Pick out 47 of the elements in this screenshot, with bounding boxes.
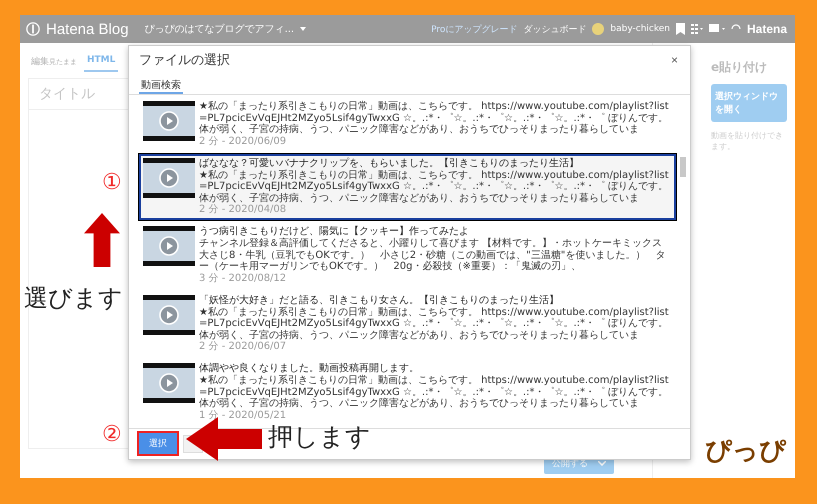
video-meta: 2 分 - 2020/06/09 (199, 136, 288, 148)
step-marker: ② (102, 424, 122, 446)
caret-icon (300, 27, 306, 31)
video-list-item[interactable] (139, 154, 676, 220)
video-description: ★私の「まったり系引きこもりの日常」動画は、こちらです。 https://www.youtube.com/playlist?list=PL7pcicEvVqEJHt2MZyo5Lsif4gyTwxxG ☆。.:*・゜☆。.:*・゜☆。.:*・゜☆。.:*・゜ ぼりんです。体が弱く、子宮の持病、うつ、パニック障害などがあり、おうちでひっそりまったり暮らしていま (199, 375, 670, 410)
play-icon (159, 111, 179, 131)
step-marker: ① (102, 172, 122, 194)
logo-text[interactable]: Hatena Blog (46, 20, 129, 38)
video-title: 「妖怪が大好き」だと語る、引きこもり女さん。【引きこもりのまったり生活】 (199, 294, 560, 306)
video-list-item[interactable]: うつ病引きこもりだけど、陽気に【クッキー】作ってみたよ チャンネル登録＆高評価してくださると、小躍りして喜びます 【材料です。】・ホットケーキミックス大さじ8・牛乳（豆乳でもOKです。） 小さじ2・砂糖（この動画では、"三温糖"を使いました。） ター（ケーキ用マーガリンでもOKです。） 20g・必殺技（※重要）：「鬼滅の刃」、 3 分 - 2020/08/12 (139, 222, 676, 288)
play-icon (159, 236, 179, 256)
video-description: ★私の「まったり系引きこもりの日常」動画は、こちらです。 https://www.youtube.com/playlist?list=PL7pcicEvVqEJHt2MZyo5Lsif4gyTwxxG ☆。.:*・゜☆。.:*・゜☆。.:*・゜☆。.:*・゜ ぼりんです。体が弱く、子宮の持病、うつ、パニック障害などがあり、おうちでひっそりまったり暮らしていま (199, 170, 670, 204)
comment-icon[interactable] (708, 24, 725, 34)
dialog-tab[interactable]: 動画検索 (139, 74, 183, 94)
avatar-icon (592, 23, 604, 35)
play-icon (159, 168, 179, 188)
upgrade-link[interactable]: Proにアップグレード (431, 22, 518, 36)
signature-text: ぴっぴ (705, 435, 786, 468)
video-title: ばななな？可愛いバナナクリップを、もらいました。【引きこもりのまったり生活】 (199, 158, 580, 170)
user-menu[interactable]: baby-chicken (610, 24, 670, 34)
play-icon (159, 304, 179, 324)
step-label: 選びます (24, 286, 123, 310)
step-label: 押します (268, 424, 371, 449)
blog-title-menu[interactable]: ぴっぴのはてなブログでアフィ... (144, 22, 294, 36)
video-description: チャンネル登録＆高評価してくださると、小躍りして喜びます 【材料です。】・ホットケーキミックス大さじ8・牛乳（豆乳でもOKです。） 小さじ2・砂糖（この動画では、"三温糖"を使いました。） ター（ケーキ用マーガリンでもOKです。） 20g・必殺技（※重要）：「鬼滅の刃」、 (199, 238, 666, 272)
video-meta: 2 分 - 2020/06/07 (199, 341, 288, 353)
panel-heading: e貼り付け (711, 59, 768, 76)
bookmark-icon[interactable] (676, 23, 685, 35)
brand-text[interactable]: Hatena (746, 22, 787, 36)
video-meta: 3 分 - 2020/08/12 (199, 272, 288, 284)
open-picker-button[interactable]: 選択ウィンドウを開く (711, 84, 787, 122)
editor-mode-tab[interactable]: HTML (84, 51, 118, 72)
select-button[interactable]: 選択 (139, 433, 177, 454)
video-title: うつ病引きこもりだけど、陽気に【クッキー】作ってみたよ (199, 226, 470, 238)
dialog-title: ファイルの選択 (139, 52, 230, 69)
logo-icon (26, 22, 40, 36)
video-meta: 2 分 - 2020/04/08 (199, 204, 288, 216)
grid-icon[interactable] (690, 24, 703, 34)
video-meta: 1 分 - 2020/05/21 (199, 410, 288, 422)
dashboard-link[interactable]: ダッシュボード (523, 22, 586, 36)
video-description: ★私の「まったり系引きこもりの日常」動画は、こちらです。 https://www.youtube.com/playlist?list=PL7pcicEvVqEJHt2MZyo5Lsif4gyTwxxG ☆。.:*・゜☆。.:*・゜☆。.:*・゜☆。.:*・゜ ぼりんです。体が弱く、子宮の持病、うつ、パニック障害などがあり、おうちでひっそりまったり暮らしていま (199, 306, 670, 341)
video-description: ★私の「まったり系引きこもりの日常」動画は、こちらです。 https://www.youtube.com/playlist?list=PL7pcicEvVqEJHt2MZyo5Lsif4gyTwxxG ☆。.:*・゜☆。.:*・゜☆。.:*・゜☆。.:*・゜ ぼりんです。体が弱く、子宮の持病、うつ、パニック障害などがあり、おうちでひっそりまったり暮らしていま (199, 101, 670, 136)
scrollbar[interactable] (680, 157, 686, 177)
video-list-item[interactable]: ★私の「まったり系引きこもりの日常」動画は、こちらです。 https://www.youtube.com/playlist?list=PL7pcicEvVqEJHt2MZyo5Lsif4gyTwxxG ☆。.:*・゜☆。.:*・゜☆。.:*・゜☆。.:*・゜ ぼりんです。体が弱く、子宮の持病、うつ、パニック障害などがあり、おうちでひっそりまったり暮らしていま 2 分 - 2020/06/09 (139, 97, 676, 152)
video-title: 体調やや良くなりました。動画投稿再開します。 (199, 363, 420, 374)
close-button[interactable]: × (668, 53, 680, 67)
play-icon (159, 373, 179, 393)
